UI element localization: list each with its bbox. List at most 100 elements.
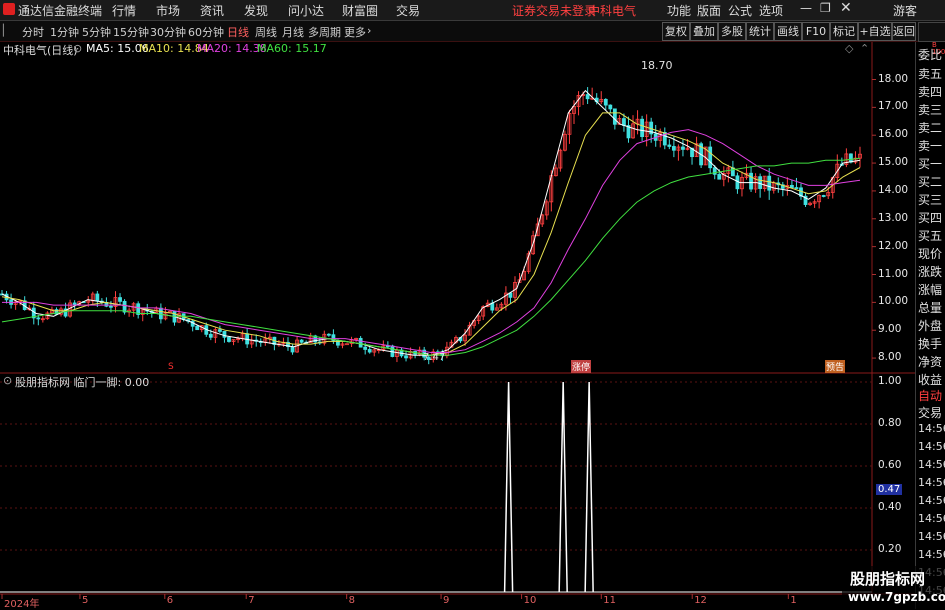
- tick-time: 14:56: [918, 512, 945, 525]
- order-book-label: 买三: [918, 193, 943, 207]
- order-book-label: 卖四: [918, 85, 943, 99]
- order-book-label: 涨幅: [918, 283, 943, 297]
- indicator-y-tick-label: 0.60: [878, 459, 902, 471]
- candle-body: [72, 302, 77, 305]
- label-wei-bi: 委比: [918, 48, 943, 62]
- indicator-dropdown-icon[interactable]: ⊙: [3, 374, 12, 387]
- order-book-label: 卖五: [918, 67, 943, 81]
- x-tick-label: 2024年: [4, 599, 40, 610]
- marker-notice[interactable]: 预告: [825, 360, 846, 373]
- candle-body: [667, 144, 672, 147]
- order-book-label: 买四: [918, 211, 943, 225]
- candle-body: [218, 329, 222, 332]
- candle-body: [717, 173, 722, 180]
- candle-body: [790, 184, 794, 188]
- x-tick-label: 10: [523, 595, 537, 606]
- indicator-y-tick-label: 0.80: [878, 417, 902, 429]
- candle-body: [767, 175, 772, 191]
- candle-body: [227, 336, 231, 342]
- ma-lines: [1, 89, 861, 356]
- label-auto[interactable]: 自动: [918, 387, 942, 404]
- indicator-y-tick-label: 0.40: [878, 501, 902, 513]
- candle-body: [363, 346, 368, 350]
- candle-body: [608, 104, 613, 110]
- candle-body: [585, 94, 590, 100]
- order-book-label: 外盘: [918, 319, 943, 333]
- indicator-current-value: 0.47: [876, 484, 903, 495]
- x-tick-label: 6: [166, 595, 174, 606]
- order-book-label: 买一: [918, 157, 943, 171]
- candle-body: [749, 172, 753, 190]
- indicator-spike: [558, 381, 568, 593]
- indicator-spike: [503, 381, 514, 593]
- order-book-label: 总量: [918, 301, 943, 315]
- kline-chart[interactable]: [0, 0, 945, 609]
- order-book-label: 卖二: [918, 121, 943, 135]
- candle-body: [158, 307, 163, 320]
- x-tick-label: 7: [248, 595, 255, 606]
- tick-time: 14:56: [918, 548, 945, 561]
- candle-body: [821, 195, 826, 197]
- candle-body: [404, 355, 408, 359]
- tick-time: 14:56: [918, 458, 945, 471]
- candle-body: [290, 346, 295, 353]
- main-y-tick-label: 14.00: [878, 183, 909, 196]
- candle-body: [603, 98, 608, 106]
- candle-body: [299, 339, 304, 343]
- order-book-label: 卖三: [918, 103, 943, 117]
- x-tick-label: 11: [603, 595, 616, 606]
- low-label: 7.47: [423, 352, 446, 363]
- order-book-label: 换手: [918, 337, 943, 351]
- main-y-tick-label: 9.00: [878, 323, 902, 336]
- order-book-label: 卖一: [918, 139, 943, 153]
- candle-body: [622, 118, 626, 126]
- main-y-tick-label: 18.00: [878, 72, 909, 85]
- label-trade[interactable]: 交易: [918, 404, 942, 421]
- candle-body: [326, 333, 331, 336]
- tick-time: 14:56: [918, 422, 945, 435]
- tick-time: 14:56: [918, 530, 945, 543]
- marker-s[interactable]: S: [168, 362, 174, 372]
- candle-body: [671, 146, 676, 151]
- order-book-label: 净资: [918, 355, 943, 369]
- ma-line-ma5: [1, 89, 861, 356]
- candle-body: [681, 146, 685, 150]
- candles: [0, 87, 862, 365]
- indicator-lines: [0, 381, 872, 593]
- candle-body: [849, 153, 853, 163]
- x-tick-label: 5: [81, 595, 89, 606]
- candle-body: [95, 293, 100, 302]
- watermark: 股朋指标网 www.7gpzb.com: [842, 566, 945, 609]
- marker-limit-up[interactable]: 涨停: [571, 360, 592, 373]
- main-y-tick-label: 8.00: [878, 351, 902, 364]
- tick-time: 14:56: [918, 494, 945, 507]
- order-book-label: 买五: [918, 229, 943, 243]
- indicator-title: 股朋指标网 临门一脚: 0.00: [15, 376, 150, 389]
- candle-body: [208, 333, 213, 338]
- x-tick-label: 12: [694, 595, 707, 606]
- high-label: 18.70: [641, 59, 673, 72]
- main-y-tick-label: 11.00: [878, 267, 909, 280]
- candle-body: [640, 118, 644, 137]
- main-y-tick-label: 13.00: [878, 211, 909, 224]
- candle-body: [367, 349, 372, 353]
- order-book-label: 涨跌: [918, 265, 943, 279]
- order-book-label: 现价: [918, 247, 943, 261]
- main-y-tick-label: 12.00: [878, 239, 909, 252]
- tick-time: 14:56: [918, 440, 945, 453]
- x-tick-label: 1: [790, 595, 797, 606]
- candle-body: [118, 297, 122, 302]
- watermark-name: 股朋指标网: [850, 570, 926, 588]
- candle-body: [358, 337, 363, 348]
- tick-time: 14:56: [918, 476, 945, 489]
- candle-body: [222, 331, 227, 338]
- ma-line-ma60: [1, 157, 861, 356]
- chart-grid: [0, 42, 915, 599]
- candle-body: [758, 176, 763, 189]
- main-y-tick-label: 15.00: [878, 156, 909, 169]
- indicator-y-tick-label: 0.20: [878, 543, 902, 555]
- main-y-tick-label: 16.00: [878, 128, 909, 141]
- candle-body: [612, 108, 617, 125]
- ma-line-ma20: [2, 129, 861, 353]
- indicator-spike: [584, 381, 594, 593]
